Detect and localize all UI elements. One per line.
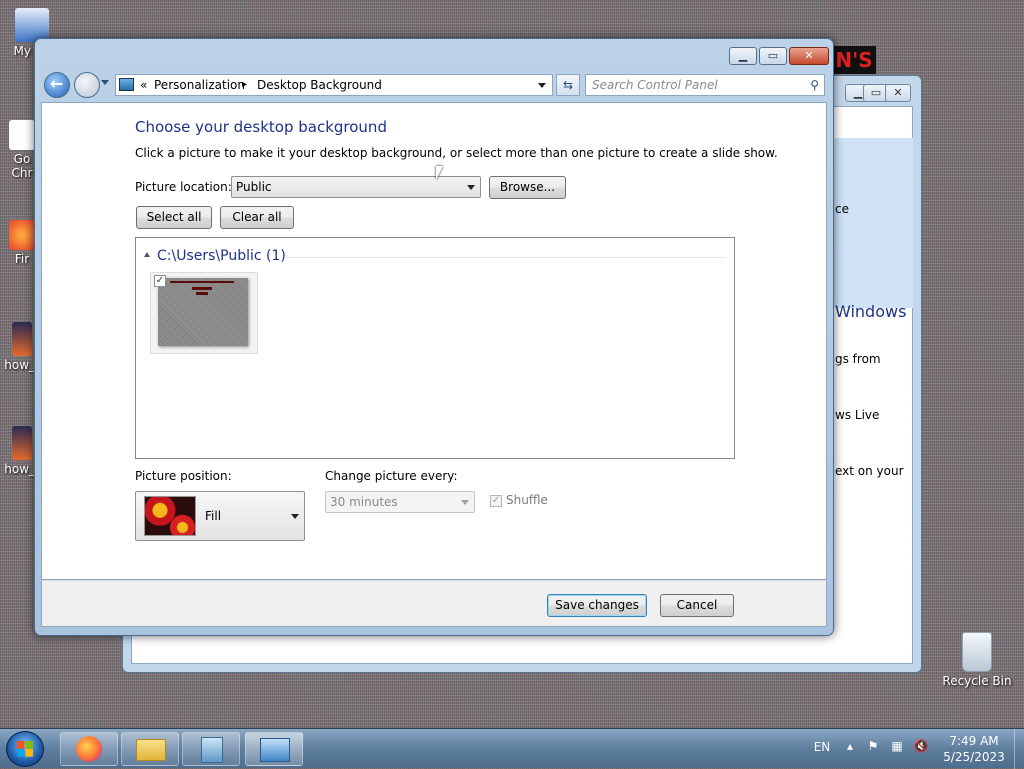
- desktop-icon-label: Fir: [14, 252, 30, 266]
- video-icon: [12, 426, 32, 460]
- refresh-button[interactable]: ⇆: [556, 74, 580, 96]
- recycle-bin-icon: [962, 632, 992, 672]
- address-bar[interactable]: « Personalization ▸ Desktop Background: [115, 74, 553, 96]
- taskbar: EN ▴ ⚑ ▦ 🔇 7:49 AM 5/25/2023: [0, 728, 1024, 769]
- clock[interactable]: 7:49 AM 5/25/2023: [938, 733, 1010, 765]
- picture-thumbnail[interactable]: ✓: [150, 272, 258, 354]
- maximize-button[interactable]: ▭: [759, 47, 787, 65]
- picture-location-select[interactable]: Public: [231, 176, 481, 198]
- thumbnail-mark: [192, 287, 212, 290]
- bg-text-line: ce: [835, 202, 849, 216]
- video-icon: [12, 322, 32, 356]
- bg-text-line[interactable]: ext on your: [835, 464, 904, 478]
- browse-button[interactable]: Browse...: [489, 176, 566, 199]
- shuffle-label: Shuffle: [506, 493, 548, 507]
- chevron-down-icon: [467, 185, 475, 190]
- clock-date: 5/25/2023: [943, 750, 1005, 764]
- group-divider: [286, 257, 726, 258]
- refresh-icon: ⇆: [562, 78, 574, 92]
- shuffle-checkbox[interactable]: ✓: [490, 495, 502, 507]
- folder-icon: [136, 739, 166, 761]
- control-panel-icon: [119, 78, 134, 91]
- bg-blue-panel: [827, 138, 913, 308]
- show-desktop-button[interactable]: [1014, 729, 1024, 769]
- language-indicator[interactable]: EN: [808, 740, 836, 754]
- chevron-down-icon: [291, 514, 299, 519]
- desktop-icon-recycle-bin[interactable]: Recycle Bin: [940, 632, 1014, 688]
- start-button[interactable]: [6, 731, 44, 767]
- computer-icon: [15, 8, 49, 42]
- desktop-background-window: ▁ ▭ ✕ ← « Personalization ▸ Desktop Back…: [34, 38, 834, 636]
- page-description: Click a picture to make it your desktop …: [135, 146, 778, 160]
- control-panel-icon: [260, 738, 290, 762]
- address-dropdown-icon[interactable]: [538, 83, 546, 88]
- search-placeholder: Search Control Panel: [592, 78, 718, 92]
- select-all-button[interactable]: Select all: [136, 206, 212, 229]
- action-center-icon[interactable]: ⚑: [864, 739, 882, 753]
- picture-position-select[interactable]: Fill: [135, 491, 305, 541]
- thumbnail-image: [158, 278, 248, 346]
- bg-close-button[interactable]: ✕: [885, 84, 911, 102]
- search-icon[interactable]: ⚲: [810, 75, 819, 95]
- cancel-button[interactable]: Cancel: [660, 594, 734, 617]
- clock-time: 7:49 AM: [949, 734, 999, 748]
- desktop-icon-label: Go Chr: [11, 152, 33, 180]
- picture-location-value: Public: [236, 180, 272, 194]
- back-arrow-icon: ←: [50, 74, 64, 93]
- bg-text-line[interactable]: ws Live: [835, 408, 879, 422]
- bg-text-line: Windows: [835, 302, 907, 321]
- thumbnail-checkbox[interactable]: ✓: [154, 275, 166, 287]
- media-icon: [201, 737, 223, 763]
- change-picture-interval-select[interactable]: 30 minutes: [325, 491, 475, 513]
- show-hidden-icons-chevron-icon[interactable]: ▴: [842, 739, 858, 753]
- flower-thumbnail-icon: [144, 496, 196, 536]
- minimize-button[interactable]: ▁: [729, 47, 757, 65]
- desktop-banner-text: N'S: [832, 46, 876, 74]
- network-icon[interactable]: ▦: [888, 739, 906, 753]
- firefox-icon: [76, 736, 102, 762]
- breadcrumb-personalization[interactable]: Personalization: [154, 75, 245, 95]
- picture-position-value: Fill: [205, 509, 222, 523]
- picture-list[interactable]: C:\Users\Public (1) ✓: [135, 237, 735, 459]
- back-button[interactable]: ←: [44, 72, 70, 98]
- breadcrumb-desktop-background[interactable]: Desktop Background: [257, 75, 382, 95]
- windows-logo-icon: [17, 741, 33, 757]
- taskbar-control-panel[interactable]: [245, 732, 303, 766]
- group-collapse-icon[interactable]: [144, 252, 150, 257]
- taskbar-file-explorer[interactable]: [121, 732, 179, 766]
- content-pane: Choose your desktop background Click a p…: [41, 102, 827, 580]
- search-input[interactable]: Search Control Panel ⚲: [585, 74, 825, 96]
- save-changes-button[interactable]: Save changes: [547, 594, 647, 617]
- thumbnail-mark: [170, 281, 234, 283]
- taskbar-media-player[interactable]: [182, 732, 240, 766]
- clear-all-button[interactable]: Clear all: [220, 206, 294, 229]
- chevron-down-icon: [461, 500, 469, 505]
- thumbnail-mark: [196, 292, 208, 295]
- mouse-cursor-icon: [436, 166, 443, 180]
- change-picture-label: Change picture every:: [325, 469, 458, 483]
- forward-button[interactable]: [74, 72, 100, 98]
- bg-text-line[interactable]: gs from: [835, 352, 881, 366]
- breadcrumb-separator-icon[interactable]: ▸: [242, 75, 247, 95]
- taskbar-firefox[interactable]: [60, 732, 118, 766]
- recent-pages-chevron-icon[interactable]: [101, 80, 109, 85]
- firefox-icon: [9, 220, 35, 250]
- picture-location-label: Picture location:: [135, 180, 232, 194]
- close-button[interactable]: ✕: [789, 47, 829, 65]
- change-picture-value: 30 minutes: [330, 495, 398, 509]
- desktop-icon-label: Recycle Bin: [942, 674, 1012, 688]
- breadcrumb-overflow-icon[interactable]: «: [140, 75, 147, 95]
- picture-position-label: Picture position:: [135, 469, 232, 483]
- group-header[interactable]: C:\Users\Public (1): [157, 248, 286, 264]
- page-title: Choose your desktop background: [135, 118, 387, 136]
- chrome-icon: [9, 120, 35, 150]
- dialog-footer: Save changes Cancel: [41, 580, 827, 627]
- volume-muted-icon[interactable]: 🔇: [912, 739, 930, 753]
